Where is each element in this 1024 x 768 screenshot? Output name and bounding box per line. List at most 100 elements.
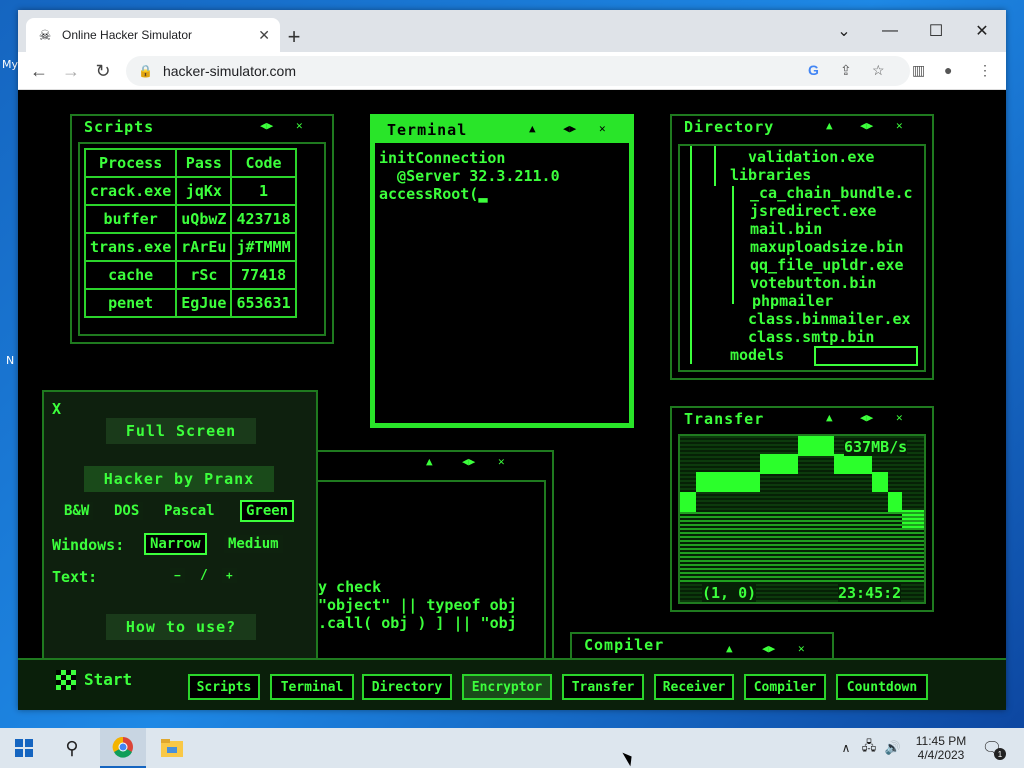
cell: trans.exe bbox=[83, 232, 178, 262]
full-screen-button[interactable]: Full Screen bbox=[106, 418, 256, 444]
new-tab-button[interactable]: + bbox=[280, 23, 308, 51]
windows-start-button[interactable] bbox=[4, 728, 44, 768]
dir-item[interactable]: _ca_chain_bundle.c bbox=[750, 184, 913, 202]
cell: 1 bbox=[230, 176, 297, 206]
profile-icon[interactable]: ● bbox=[944, 62, 952, 78]
up-arrow-icon[interactable]: ▲ bbox=[826, 119, 833, 132]
desktop-icon-label[interactable]: N bbox=[6, 354, 14, 367]
up-arrow-icon[interactable]: ▲ bbox=[826, 411, 833, 424]
tree-line bbox=[690, 146, 692, 364]
resize-icon[interactable]: ◀▶ bbox=[563, 122, 576, 135]
close-icon[interactable]: ✕ bbox=[896, 411, 903, 424]
window-narrow[interactable]: Narrow bbox=[144, 533, 207, 555]
dir-item[interactable]: qq_file_upldr.exe bbox=[750, 256, 904, 274]
code-line: .call( obj ) ] || "obj bbox=[318, 614, 517, 632]
search-icon[interactable]: ⚲ bbox=[52, 728, 92, 768]
browser-tab[interactable]: ☠ Online Hacker Simulator ✕ bbox=[26, 18, 280, 52]
theme-green[interactable]: Green bbox=[240, 500, 295, 522]
share-icon[interactable]: ⇪ bbox=[840, 62, 852, 79]
dir-item[interactable]: validation.exe bbox=[748, 148, 874, 166]
settings-panel[interactable]: X Full Screen Hacker by Pranx B&W DOS Pa… bbox=[42, 390, 318, 670]
scripts-window[interactable]: Scripts ◀▶ ✕ Process Pass Code crack.exe… bbox=[70, 114, 334, 344]
start-button[interactable]: Start bbox=[84, 670, 132, 689]
tree-line bbox=[732, 186, 734, 304]
theme-dos[interactable]: DOS bbox=[110, 502, 144, 520]
maximize-button[interactable]: ☐ bbox=[916, 16, 956, 46]
cell: crack.exe bbox=[83, 176, 178, 206]
taskbar-encryptor[interactable]: Encryptor bbox=[462, 674, 552, 700]
minimize-button[interactable]: — bbox=[870, 16, 910, 46]
back-button[interactable]: ← bbox=[26, 58, 52, 84]
up-arrow-icon[interactable]: ▲ bbox=[726, 642, 733, 655]
dir-item[interactable]: class.binmailer.ex bbox=[748, 310, 911, 328]
text-plus-button[interactable]: + bbox=[222, 568, 237, 583]
dir-item[interactable]: models bbox=[730, 346, 784, 364]
close-icon[interactable]: ✕ bbox=[599, 122, 606, 135]
transfer-window[interactable]: Transfer ▲ ◀▶ ✕ 637MB/s (1, 0) 23:45:2 bbox=[670, 406, 934, 612]
resize-icon[interactable]: ◀▶ bbox=[260, 119, 273, 132]
up-arrow-icon[interactable]: ▲ bbox=[529, 122, 536, 135]
table-row: penet EgJue 653631 bbox=[83, 288, 297, 318]
close-icon[interactable]: ✕ bbox=[798, 642, 805, 655]
star-icon[interactable]: ☆ bbox=[872, 62, 885, 79]
dir-item[interactable]: mail.bin bbox=[750, 220, 822, 238]
terminal-window[interactable]: Terminal ▲ ◀▶ ✕ initConnection @Server 3… bbox=[370, 114, 634, 428]
window-title: Compiler bbox=[584, 636, 665, 654]
dir-item[interactable]: class.smtp.bin bbox=[748, 328, 874, 346]
close-tab-icon[interactable]: ✕ bbox=[258, 27, 270, 44]
dir-item[interactable]: votebutton.bin bbox=[750, 274, 876, 292]
directory-window[interactable]: Directory ▲ ◀▶ ✕ validation.exe librarie… bbox=[670, 114, 934, 380]
theme-pascal[interactable]: Pascal bbox=[160, 502, 219, 520]
taskbar-compiler[interactable]: Compiler bbox=[744, 674, 826, 700]
table-header: Code bbox=[230, 148, 297, 178]
brand-button[interactable]: Hacker by Pranx bbox=[84, 466, 274, 492]
close-icon[interactable]: ✕ bbox=[498, 455, 505, 468]
resize-icon[interactable]: ◀▶ bbox=[762, 642, 775, 655]
dir-item[interactable]: jsredirect.exe bbox=[750, 202, 876, 220]
dir-item[interactable]: libraries bbox=[730, 166, 811, 184]
resize-icon[interactable]: ◀▶ bbox=[860, 411, 873, 424]
table-header: Process bbox=[83, 148, 178, 178]
chrome-taskbar-button[interactable] bbox=[100, 728, 146, 768]
resize-icon[interactable]: ◀▶ bbox=[462, 455, 475, 468]
taskbar-terminal[interactable]: Terminal bbox=[270, 674, 354, 700]
reload-button[interactable]: ↻ bbox=[90, 58, 116, 84]
dir-item[interactable]: phpmailer bbox=[752, 292, 833, 310]
close-icon[interactable]: ✕ bbox=[296, 119, 303, 132]
taskbar-countdown[interactable]: Countdown bbox=[836, 674, 928, 700]
google-icon[interactable]: G bbox=[808, 62, 819, 78]
close-window-button[interactable]: ✕ bbox=[962, 16, 1002, 46]
dir-item[interactable]: maxuploadsize.bin bbox=[750, 238, 904, 256]
taskbar-receiver[interactable]: Receiver bbox=[654, 674, 734, 700]
hacker-page[interactable]: Scripts ◀▶ ✕ Process Pass Code crack.exe… bbox=[18, 90, 1006, 710]
network-icon[interactable]: 🖧 bbox=[860, 728, 878, 768]
transfer-speed: 637MB/s bbox=[844, 438, 908, 456]
chevron-down-icon[interactable]: ⌄ bbox=[824, 16, 864, 46]
clock[interactable]: 11:45 PM 4/4/2023 bbox=[906, 728, 976, 768]
chevron-up-icon[interactable]: ∧ bbox=[838, 728, 854, 768]
taskbar-transfer[interactable]: Transfer bbox=[562, 674, 644, 700]
transfer-coords: (1, 0) bbox=[702, 584, 757, 602]
hacker-taskbar: Start Scripts Terminal Directory Encrypt… bbox=[18, 658, 1006, 710]
up-arrow-icon[interactable]: ▲ bbox=[426, 455, 433, 468]
close-settings-button[interactable]: X bbox=[52, 400, 61, 418]
taskbar-scripts[interactable]: Scripts bbox=[188, 674, 260, 700]
volume-icon[interactable]: 🔊 bbox=[884, 728, 902, 768]
forward-button[interactable]: → bbox=[58, 58, 84, 84]
resize-icon[interactable]: ◀▶ bbox=[860, 119, 873, 132]
theme-bw[interactable]: B&W bbox=[60, 502, 94, 520]
window-medium[interactable]: Medium bbox=[224, 535, 283, 553]
how-to-use-button[interactable]: How to use? bbox=[106, 614, 256, 640]
sidepanel-icon[interactable]: ▥ bbox=[912, 62, 925, 79]
text-minus-button[interactable]: − bbox=[170, 568, 185, 583]
desktop-icon-label[interactable]: My bbox=[2, 58, 18, 71]
table-row: cache rSc 77418 bbox=[83, 260, 297, 290]
close-icon[interactable]: ✕ bbox=[896, 119, 903, 132]
menu-icon[interactable]: ⋮ bbox=[978, 62, 992, 79]
terminal-body[interactable]: initConnection @Server 32.3.211.0 access… bbox=[379, 147, 623, 417]
address-bar[interactable]: 🔒 hacker-simulator.com bbox=[126, 56, 910, 86]
file-explorer-button[interactable] bbox=[150, 728, 194, 768]
taskbar-directory[interactable]: Directory bbox=[362, 674, 452, 700]
start-icon[interactable] bbox=[56, 670, 76, 690]
terminal-line: @Server 32.3.211.0 bbox=[379, 167, 560, 185]
